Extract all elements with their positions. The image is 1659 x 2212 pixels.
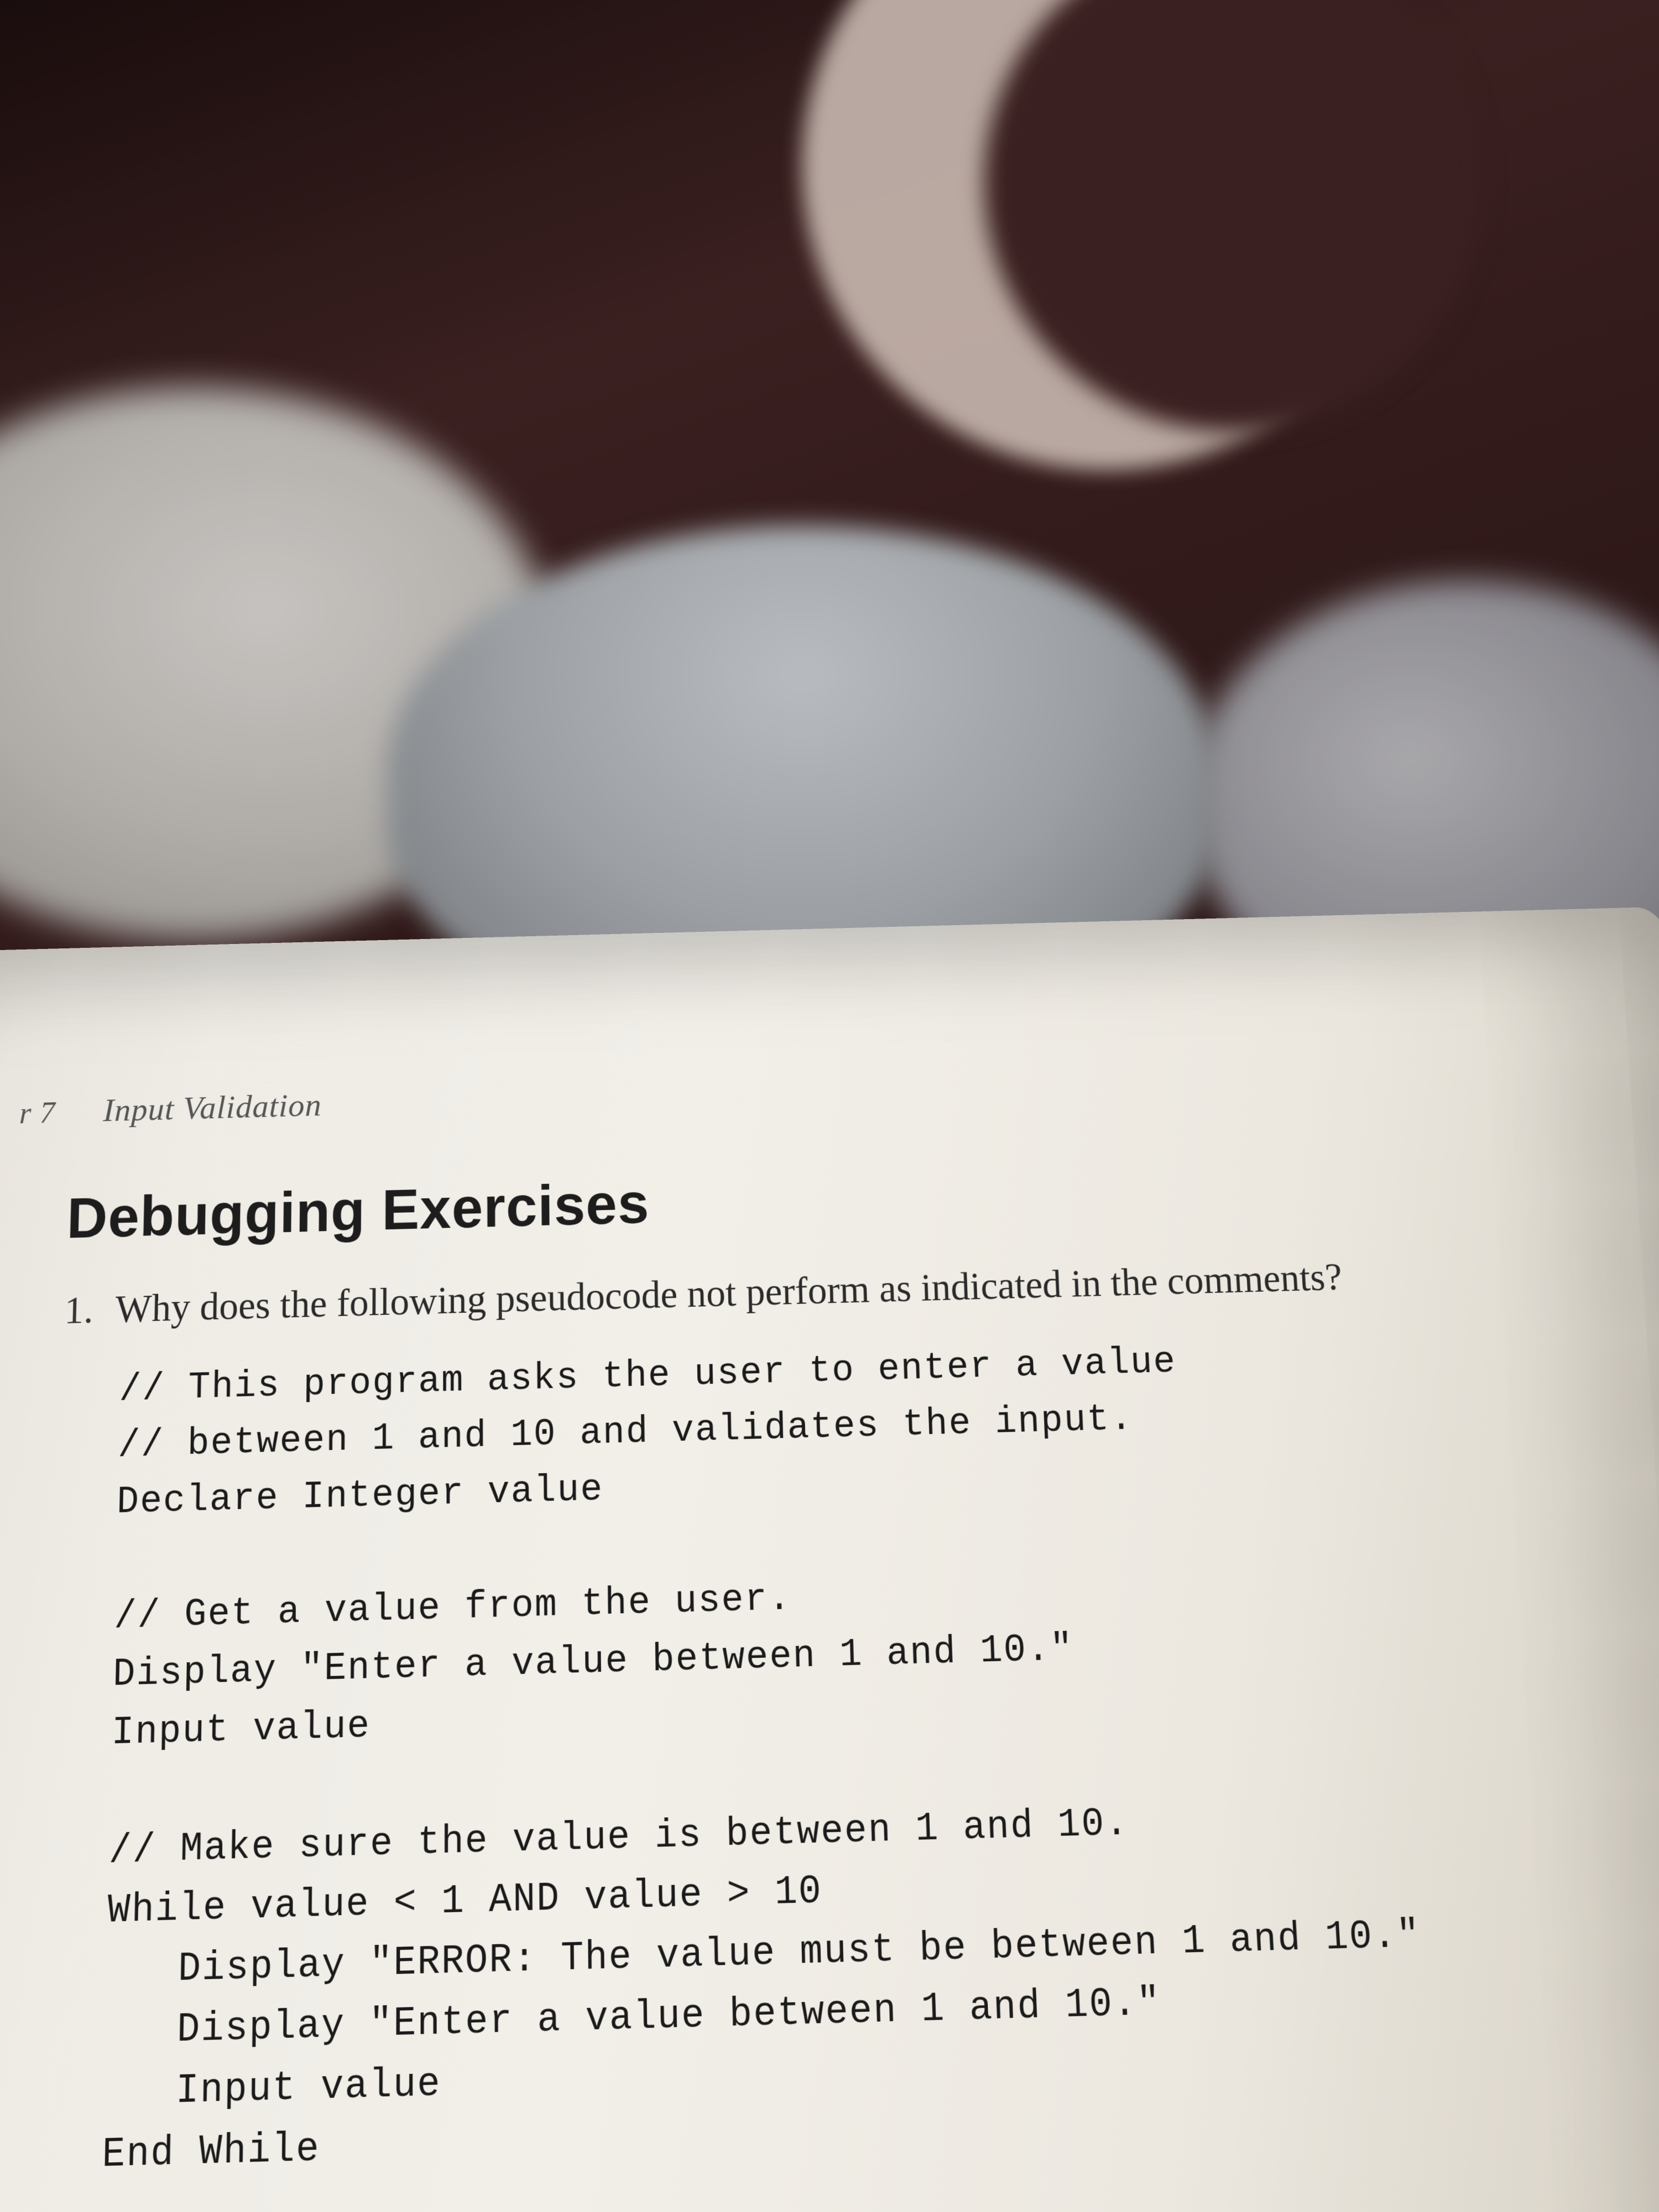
photo-scene: r 7 Input Validation Debugging Exercises… [0,0,1659,2212]
chapter-title: Input Validation [103,1086,322,1128]
page-content: r 7 Input Validation Debugging Exercises… [0,1052,1659,2212]
chapter-number: r 7 [19,1095,56,1130]
code-line: While value < 1 AND value > 10 [107,1870,823,1934]
code-line: Display "Enter a value between 1 and 10.… [112,1627,1074,1697]
code-line: Input value [111,1705,371,1756]
exercise-number: 1. [64,1285,99,1335]
code-line: Declare Integer value [116,1469,603,1524]
code-line: // Get a value from the user. [114,1578,792,1639]
book-page: r 7 Input Validation Debugging Exercises… [0,906,1659,2212]
pseudocode-block: // This program asks the user to enter a… [101,1322,1659,2187]
code-line: Input value [103,2062,441,2117]
exercise-text: Why does the following pseudocode not pe… [115,1245,1621,1333]
code-line: End While [102,2126,321,2179]
code-line [109,1770,111,1814]
exercise-prompt: 1. Why does the following pseudocode not… [64,1245,1620,1335]
code-line: Display "Enter a value between 1 and 10.… [105,1981,1162,2056]
section-title: Debugging Exercises [66,1146,1614,1252]
exercise-prompt: 2. Why does the following pseudocode not… [0,2188,1659,2212]
code-line: // between 1 and 10 and validates the in… [118,1398,1134,1467]
exercise-text: Why does the following pseudocode not pe… [57,2188,1659,2212]
code-line [115,1538,116,1582]
running-head: r 7 Input Validation [19,1052,1604,1131]
code-line: // Make sure the value is between 1 and … [108,1802,1130,1874]
